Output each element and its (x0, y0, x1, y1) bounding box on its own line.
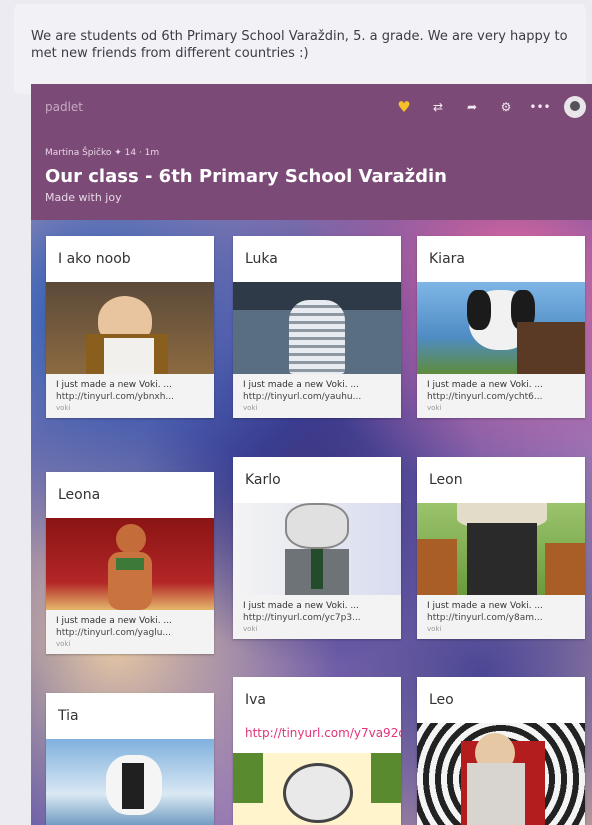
link-source: voki (56, 404, 71, 412)
link-source: voki (243, 404, 258, 412)
padlet-meta: Martina Špičko ✦ 14 · 1m (45, 148, 160, 158)
voki-thumbnail[interactable] (46, 739, 214, 825)
post-title: Luka (245, 251, 278, 267)
link-url: http://tinyurl.com/yaglu... (56, 628, 171, 638)
post-card[interactable]: Leon I just made a new Voki. ... http://… (417, 457, 585, 639)
link-url: http://tinyurl.com/ycht6... (427, 392, 543, 402)
link-url: http://tinyurl.com/yauhu... (243, 392, 362, 402)
post-title: Leon (429, 472, 463, 488)
padlet-board: padlet ♥ ⇄ ➦ ⚙ ••• Martina Špičko ✦ 14 ·… (31, 84, 592, 825)
voki-thumbnail[interactable] (417, 282, 585, 374)
post-card[interactable]: Leo (417, 677, 585, 825)
link-preview[interactable]: I just made a new Voki. ... http://tinyu… (417, 595, 585, 639)
post-card[interactable]: I ako noob I just made a new Voki. ... h… (46, 236, 214, 418)
padlet-description: We are students od 6th Primary School Va… (31, 29, 568, 61)
link-url: http://tinyurl.com/ybnxh... (56, 392, 175, 402)
gear-icon[interactable]: ⚙ (496, 97, 516, 117)
post-title: Kiara (429, 251, 465, 267)
link-url: http://tinyurl.com/yc7p3... (243, 613, 361, 623)
link-source: voki (427, 404, 442, 412)
voki-thumbnail[interactable] (233, 282, 401, 374)
post-link[interactable]: http://tinyurl.com/y7va92q6 (233, 723, 401, 753)
link-title: I just made a new Voki. ... (427, 380, 544, 390)
padlet-toolbar: ♥ ⇄ ➦ ⚙ ••• (394, 96, 586, 118)
post-title: Leo (429, 692, 454, 708)
link-preview[interactable]: I just made a new Voki. ... http://tinyu… (233, 595, 401, 639)
post-card[interactable]: Iva http://tinyurl.com/y7va92q6 (233, 677, 401, 825)
post-title: Tia (58, 708, 79, 724)
post-title: Karlo (245, 472, 281, 488)
padlet-title: Our class - 6th Primary School Varaždin (45, 166, 447, 187)
link-preview[interactable]: I just made a new Voki. ... http://tinyu… (233, 374, 401, 418)
padlet-subtitle: Made with joy (45, 191, 122, 204)
voki-thumbnail[interactable] (417, 503, 585, 595)
link-source: voki (56, 640, 71, 648)
link-title: I just made a new Voki. ... (56, 380, 173, 390)
post-card[interactable]: Leona I just made a new Voki. ... http:/… (46, 472, 214, 654)
voki-thumbnail[interactable] (233, 503, 401, 595)
link-title: I just made a new Voki. ... (243, 380, 360, 390)
post-card[interactable]: Karlo I just made a new Voki. ... http:/… (233, 457, 401, 639)
post-card[interactable]: Luka I just made a new Voki. ... http://… (233, 236, 401, 418)
link-source: voki (427, 625, 442, 633)
link-preview[interactable]: I just made a new Voki. ... http://tinyu… (417, 374, 585, 418)
padlet-wall: I ako noob I just made a new Voki. ... h… (31, 220, 592, 825)
link-title: I just made a new Voki. ... (427, 601, 544, 611)
heart-icon[interactable]: ♥ (394, 97, 414, 117)
more-icon[interactable]: ••• (529, 97, 550, 117)
voki-thumbnail[interactable] (233, 753, 401, 825)
link-source: voki (243, 625, 258, 633)
post-card[interactable]: Tia (46, 693, 214, 825)
avatar-icon[interactable] (564, 96, 586, 118)
voki-thumbnail[interactable] (46, 282, 214, 374)
link-title: I just made a new Voki. ... (56, 616, 173, 626)
voki-thumbnail[interactable] (46, 518, 214, 610)
padlet-logo[interactable]: padlet (45, 100, 83, 114)
post-title: Iva (245, 692, 266, 708)
remake-icon[interactable]: ⇄ (428, 97, 448, 117)
link-title: I just made a new Voki. ... (243, 601, 360, 611)
link-preview[interactable]: I just made a new Voki. ... http://tinyu… (46, 374, 214, 418)
post-card[interactable]: Kiara I just made a new Voki. ... http:/… (417, 236, 585, 418)
link-url: http://tinyurl.com/y8am... (427, 613, 543, 623)
share-icon[interactable]: ➦ (462, 97, 482, 117)
post-title: I ako noob (58, 251, 131, 267)
link-preview[interactable]: I just made a new Voki. ... http://tinyu… (46, 610, 214, 654)
voki-thumbnail[interactable] (417, 723, 585, 825)
post-title: Leona (58, 487, 101, 503)
padlet-header: padlet ♥ ⇄ ➦ ⚙ ••• Martina Špičko ✦ 14 ·… (31, 84, 592, 220)
